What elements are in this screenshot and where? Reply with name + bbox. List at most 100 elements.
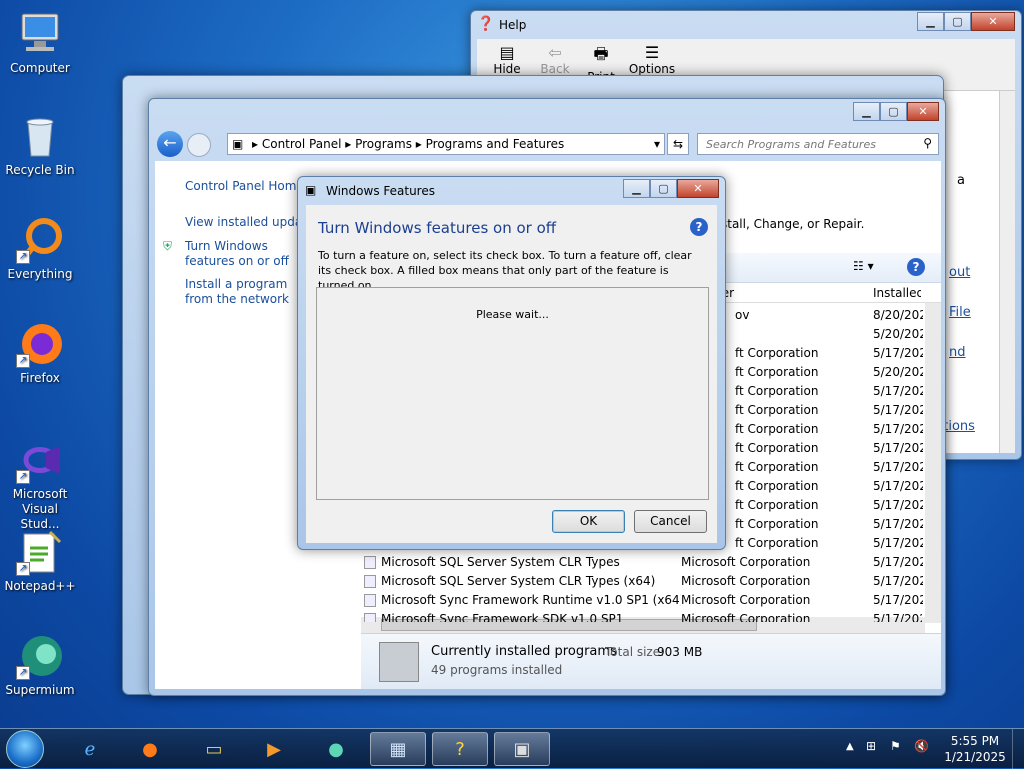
table-row[interactable]: Microsoft Sync Framework Runtime v1.0 SP… [362, 591, 923, 610]
program-name: Microsoft Sync Framework SDK v1.0 SP1 [381, 612, 624, 622]
supermium-icon[interactable]: ● [308, 732, 364, 766]
flag-icon[interactable]: ⚑ [890, 739, 901, 753]
file-explorer-icon[interactable]: ▭ [186, 732, 242, 766]
view-options-icon[interactable]: ☷ ▾ [853, 259, 874, 273]
installer-icon[interactable]: ▣ [494, 732, 550, 766]
table-row[interactable]: Microsoft SQL Server System CLR Types (x… [362, 572, 923, 591]
features-tree[interactable]: Please wait... [316, 287, 709, 500]
program-publisher: Microsoft Corporation [681, 555, 811, 569]
network-icon[interactable]: ⊞ [866, 739, 876, 753]
desktop-icon-visual-studio[interactable]: ↗ Microsoft Visual Stud... [1, 436, 79, 532]
cancel-button[interactable]: Cancel [634, 510, 707, 533]
program-installed-date: 5/20/2023 [873, 365, 923, 379]
firefox-icon: ↗ [16, 320, 64, 368]
media-player-icon[interactable]: ▶ [246, 732, 302, 766]
program-icon [364, 575, 376, 588]
program-publisher: ft Corporation [735, 346, 819, 360]
turn-features-link[interactable]: Turn Windows features on or off [185, 239, 297, 269]
help-icon[interactable]: ? [907, 258, 925, 276]
internet-explorer-icon[interactable]: ℯ [62, 732, 118, 766]
program-publisher: Microsoft Corporation [681, 574, 811, 588]
maximize-button[interactable]: ▢ [650, 179, 677, 198]
program-installed-date: 5/17/2023 [873, 422, 923, 436]
windows-features-dialog[interactable]: ▣ Windows Features ▁ ▢ ✕ Turn Windows fe… [297, 176, 726, 550]
show-desktop-button[interactable] [1012, 729, 1024, 769]
desktop-icon-label: Recycle Bin [5, 163, 75, 177]
installed-column-header[interactable]: Installed On [873, 286, 921, 300]
taskbar: ℯ ● ▭ ▶ ● ▦ ? ▣ ▲ ⊞ ⚑ 🔇 5:55 PM 1/21/202… [0, 728, 1024, 769]
minimize-button[interactable]: ▁ [623, 179, 650, 198]
search-input[interactable]: Search Programs and Features ⚲ [697, 133, 939, 155]
shortcut-arrow-icon: ↗ [16, 562, 30, 576]
help-link[interactable]: out [949, 265, 970, 280]
firefox-icon[interactable]: ● [122, 732, 178, 766]
program-installed-date: 5/17/2023 [873, 441, 923, 455]
please-wait-text: Please wait... [476, 308, 549, 321]
show-hidden-icons-icon[interactable]: ▲ [846, 741, 854, 752]
windows-features-icon: ▣ [305, 183, 317, 197]
control-panel-home-link[interactable]: Control Panel Home [185, 179, 304, 193]
volume-muted-icon[interactable]: 🔇 [914, 739, 929, 753]
desktop-icon-everything[interactable]: ↗ Everything [1, 216, 79, 282]
clock[interactable]: 5:55 PM 1/21/2025 [940, 733, 1010, 765]
back-button[interactable]: ⇦ Back [535, 43, 575, 76]
view-updates-link[interactable]: View installed updates [185, 215, 297, 229]
help-icon[interactable]: ? [432, 732, 488, 766]
close-button[interactable]: ✕ [677, 179, 719, 198]
program-installed-date: 5/17/2023 [873, 593, 923, 607]
forward-nav-button[interactable] [187, 133, 211, 157]
program-installed-date: 5/17/2023 [873, 460, 923, 474]
supermium-icon: ↗ [16, 632, 64, 680]
desktop-icon-recycle-bin[interactable]: Recycle Bin [1, 112, 79, 178]
ok-button[interactable]: OK [552, 510, 625, 533]
maximize-button[interactable]: ▢ [880, 102, 907, 121]
program-installed-date: 5/17/2023 [873, 612, 922, 622]
close-button[interactable]: ✕ [907, 102, 939, 121]
program-installed-date: 5/17/2023 [873, 384, 923, 398]
help-link[interactable]: nd [949, 345, 966, 360]
desktop-icon-firefox[interactable]: ↗ Firefox [1, 320, 79, 386]
minimize-button[interactable]: ▁ [853, 102, 880, 121]
search-icon: ⚲ [923, 136, 932, 150]
recycle-bin-icon [16, 112, 64, 160]
table-row[interactable]: Microsoft SQL Server System CLR Types Mic… [362, 553, 923, 572]
help-link[interactable]: File [949, 305, 971, 320]
back-nav-button[interactable]: ← [157, 131, 183, 157]
start-orb-icon[interactable] [6, 730, 44, 768]
help-title-bar[interactable]: ❓ Help ▁ ▢ ✕ [471, 11, 1021, 39]
vertical-scrollbar[interactable] [925, 303, 941, 623]
shortcut-arrow-icon: ↗ [16, 470, 30, 484]
shield-icon: ⛨ [163, 239, 173, 253]
address-bar[interactable]: ▣ ▸ Control Panel ▸ Programs ▸ Programs … [227, 133, 665, 155]
install-network-link[interactable]: Install a program from the network [185, 277, 297, 307]
help-scrollbar[interactable] [999, 91, 1015, 453]
options-button[interactable]: ☰ Options [627, 43, 677, 76]
desktop-icon-computer[interactable]: Computer [1, 10, 79, 76]
control-panel-icon[interactable]: ▦ [370, 732, 426, 766]
close-button[interactable]: ✕ [971, 12, 1015, 31]
help-icon[interactable]: ? [690, 218, 708, 236]
dialog-title-bar[interactable]: ▣ Windows Features ▁ ▢ ✕ [298, 177, 725, 205]
minimize-button[interactable]: ▁ [917, 12, 944, 31]
program-publisher: ft Corporation [735, 460, 819, 474]
program-icon [364, 594, 376, 607]
maximize-button[interactable]: ▢ [944, 12, 971, 31]
desktop-icon-supermium[interactable]: ↗ Supermium [1, 632, 79, 698]
program-publisher: ft Corporation [735, 384, 819, 398]
installer-icon [379, 642, 419, 682]
table-row[interactable]: Microsoft Sync Framework SDK v1.0 SP1 Mic… [362, 610, 922, 622]
hide-button[interactable]: ▤ Hide [487, 43, 527, 76]
program-installed-date: 5/17/2023 [873, 517, 923, 531]
chevron-down-icon[interactable]: ▾ [654, 137, 660, 151]
breadcrumb: ▸ Control Panel ▸ Programs ▸ Programs an… [252, 137, 565, 151]
hide-icon: ▤ [499, 43, 515, 62]
refresh-button[interactable]: ⇆ [667, 133, 689, 155]
cp-title-bar[interactable]: ▁ ▢ ✕ [149, 99, 945, 127]
program-publisher: ft Corporation [735, 441, 819, 455]
desktop-icon-notepadpp[interactable]: ↗ Notepad++ [1, 528, 79, 594]
program-publisher: Microsoft Corporation [681, 612, 811, 622]
program-publisher: ov [735, 308, 750, 322]
shortcut-arrow-icon: ↗ [16, 250, 30, 264]
help-icon: ❓ [477, 16, 495, 32]
program-installed-date: 5/17/2023 [873, 574, 923, 588]
